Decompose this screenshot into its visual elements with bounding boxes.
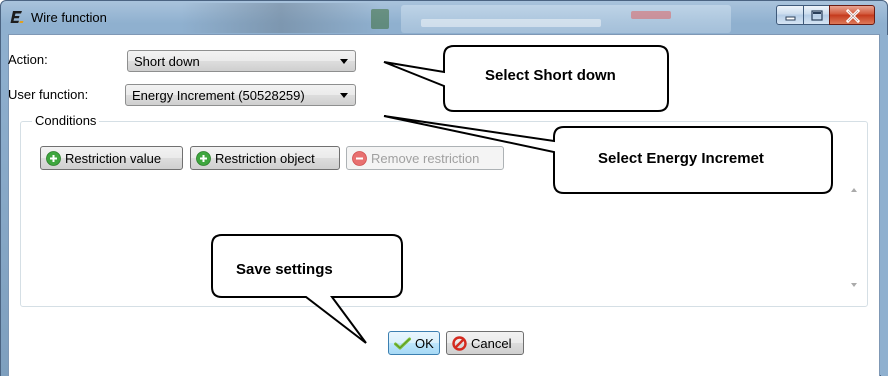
callout-save-text: Save settings xyxy=(236,261,333,278)
callout-energy-text: Select Energy Incremet xyxy=(598,150,764,167)
callout-short-down-text: Select Short down xyxy=(485,67,616,84)
callout-save-bubble xyxy=(211,234,403,344)
callout-overlay xyxy=(211,45,833,344)
